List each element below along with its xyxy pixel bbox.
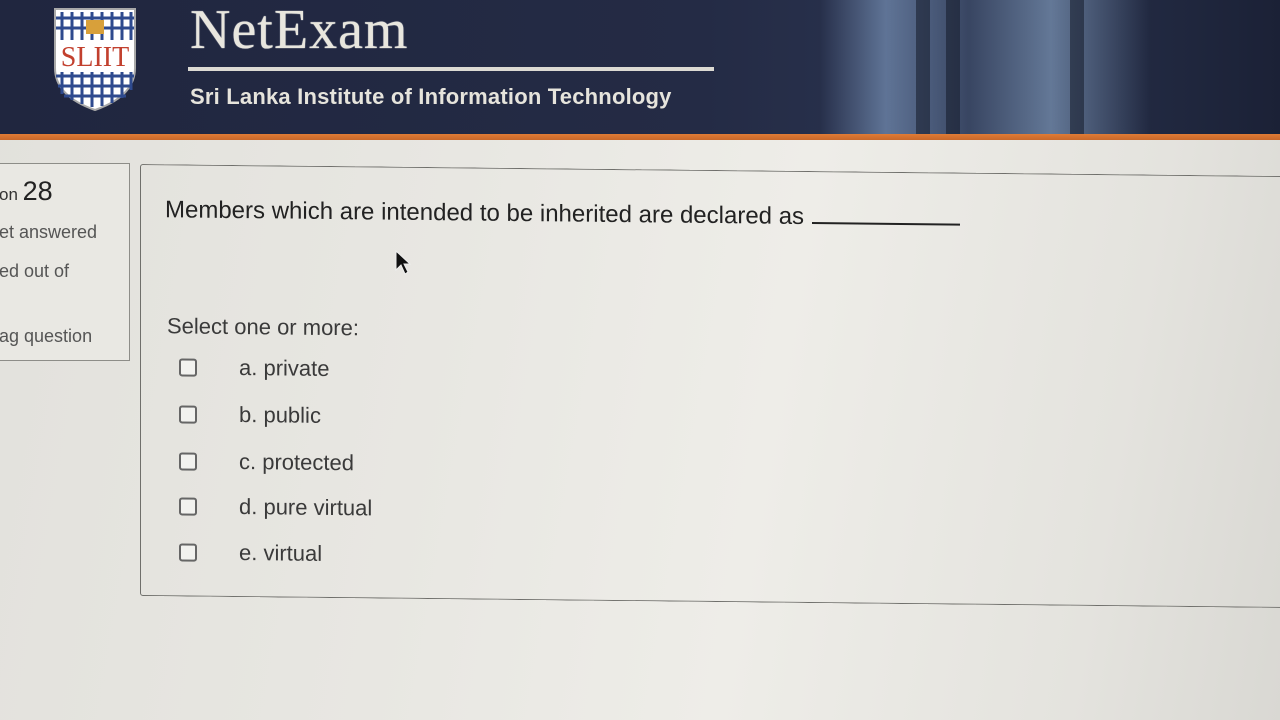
question-number: on 28 [0,176,53,206]
institute-name: Sri Lanka Institute of Information Techn… [190,84,672,109]
answer-status: et answered [0,222,98,242]
svg-text:SLIIT: SLIIT [61,42,129,73]
question-text: Members which are intended to be inherit… [165,195,961,232]
marks-info: ed out of [0,261,70,281]
option-label: e. virtual [239,540,323,566]
mouse-pointer-icon [395,250,411,275]
option-e[interactable]: e. virtual [179,536,322,569]
option-label: d. pure virtual [239,494,373,521]
option-label: c. protected [239,449,354,476]
answer-blank [812,202,961,226]
option-d[interactable]: d. pure virtual [179,490,372,524]
checkbox[interactable] [179,405,197,424]
question-card: Members which are intended to be inherit… [140,164,1280,609]
option-c[interactable]: c. protected [179,445,354,479]
site-header: SLIIT NetExam Sri Lanka Institute of Inf… [0,0,1280,138]
answer-prompt: Select one or more: [167,313,359,341]
sliit-logo: SLIIT [54,8,136,112]
checkbox[interactable] [179,452,197,471]
flag-question-link[interactable]: ag question [0,326,92,347]
header-accent-bar [0,134,1280,140]
checkbox[interactable] [179,358,197,377]
option-a[interactable]: a. private [179,351,330,385]
checkbox[interactable] [179,543,197,562]
window-reflection [820,0,1150,138]
option-label: a. private [239,355,330,381]
option-label: b. public [239,402,321,428]
checkbox[interactable] [179,497,197,516]
app-title: NetExam [190,0,409,61]
title-divider [188,67,714,71]
option-b[interactable]: b. public [179,398,321,431]
question-info-panel: on 28 et answered ed out of ag question [0,163,130,361]
